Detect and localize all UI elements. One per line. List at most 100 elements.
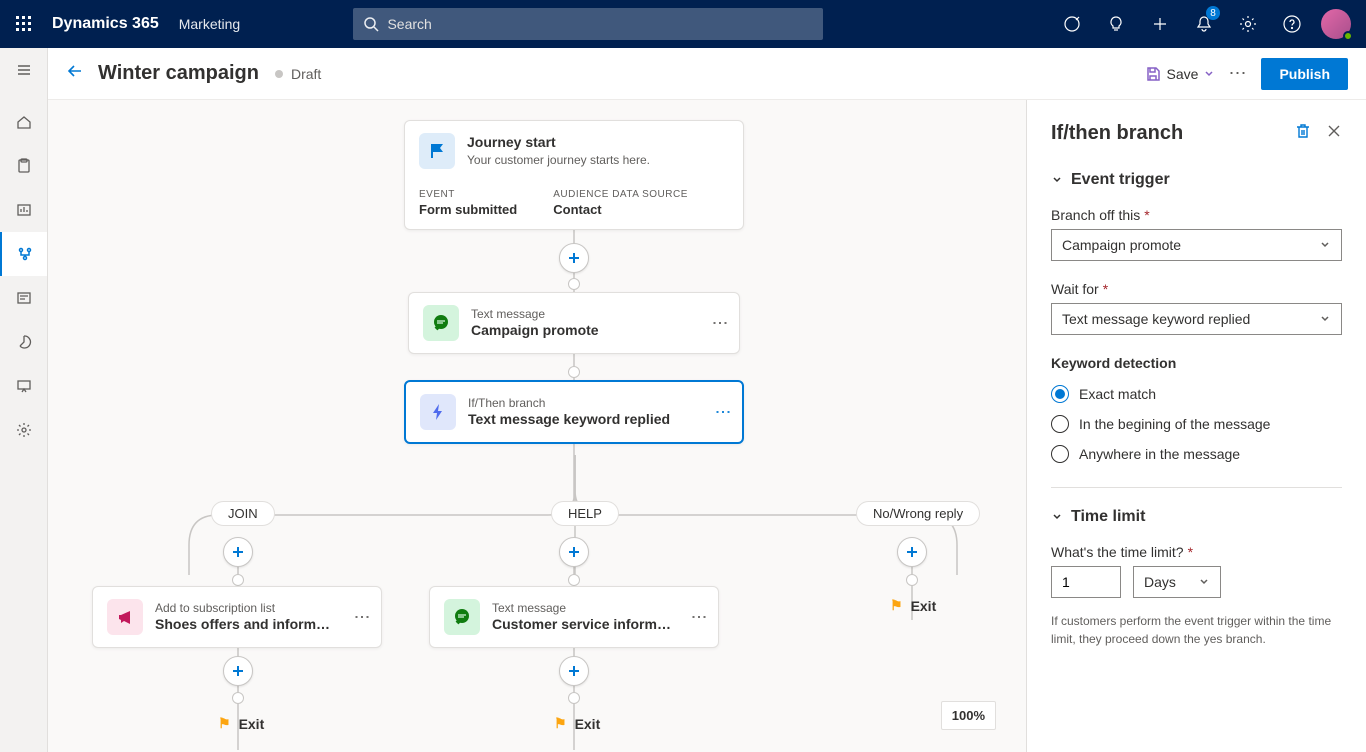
keyword-detection-label: Keyword detection [1051, 355, 1342, 371]
close-icon[interactable] [1326, 123, 1342, 144]
node-subscription[interactable]: Add to subscription list Shoes offers an… [92, 586, 382, 648]
left-nav-rail [0, 48, 48, 752]
more-button[interactable]: ⋯ [1228, 63, 1247, 84]
exit-label: ⚑Exit [554, 715, 600, 732]
divider [1051, 487, 1342, 488]
nav-clipboard[interactable] [0, 144, 48, 188]
add-step-button[interactable] [559, 243, 589, 273]
search-icon [363, 16, 379, 32]
settings-icon[interactable] [1226, 0, 1270, 48]
add-step-button[interactable] [223, 656, 253, 686]
node-title: Shoes offers and information [155, 615, 337, 633]
add-icon[interactable] [1138, 0, 1182, 48]
branch-label[interactable]: HELP [551, 501, 619, 526]
nav-home[interactable] [0, 100, 48, 144]
section-time-limit[interactable]: Time limit [1051, 508, 1342, 526]
time-unit-select[interactable]: Days [1133, 566, 1221, 598]
sms-icon [423, 305, 459, 341]
lightbulb-icon[interactable] [1094, 0, 1138, 48]
node-kind: Text message [471, 307, 695, 321]
node-text-message[interactable]: Text message Customer service informat..… [429, 586, 719, 648]
node-kind: Text message [492, 601, 674, 615]
journey-canvas[interactable]: Journey start Your customer journey star… [48, 100, 1026, 752]
exit-label: ⚑ Exit [890, 597, 936, 614]
connector-dot [906, 574, 918, 586]
page-title: Winter campaign [98, 62, 259, 85]
field-label: Branch off this* [1051, 207, 1342, 223]
field-label: Wait for* [1051, 281, 1342, 297]
notification-badge: 8 [1206, 6, 1220, 20]
nav-chart[interactable] [0, 188, 48, 232]
branch-label[interactable]: JOIN [211, 501, 275, 526]
flag-icon: ⚑ [890, 597, 903, 614]
nav-form[interactable] [0, 276, 48, 320]
node-title: Campaign promote [471, 321, 695, 339]
node-kind: If/Then branch [468, 396, 698, 410]
app-label[interactable]: Marketing [179, 16, 240, 32]
radio-beginning[interactable]: In the begining of the message [1051, 415, 1342, 433]
save-icon [1145, 66, 1161, 82]
publish-button[interactable]: Publish [1261, 58, 1348, 90]
target-icon[interactable] [1050, 0, 1094, 48]
connector-dot [568, 692, 580, 704]
status-label: Draft [291, 66, 321, 82]
panel-title: If/then branch [1051, 122, 1280, 145]
node-more-button[interactable]: ⋮ [352, 609, 371, 625]
chevron-down-icon [1319, 239, 1331, 251]
node-kind: Add to subscription list [155, 601, 337, 615]
time-limit-input[interactable] [1051, 566, 1121, 598]
back-button[interactable] [66, 62, 84, 85]
add-step-button[interactable] [223, 537, 253, 567]
node-title: Journey start [467, 133, 729, 151]
radio-exact-match[interactable]: Exact match [1051, 385, 1342, 403]
profile-avatar[interactable] [1314, 0, 1358, 48]
node-text-message[interactable]: Text message Campaign promote ⋮ [408, 292, 740, 354]
zoom-level[interactable]: 100% [941, 701, 996, 730]
nav-journey[interactable] [0, 232, 47, 276]
node-more-button[interactable]: ⋮ [689, 609, 708, 625]
connector-dot [232, 574, 244, 586]
properties-panel: If/then branch Event trigger Branch off … [1026, 100, 1366, 752]
search-placeholder: Search [387, 16, 431, 32]
brand-label: Dynamics 365 [52, 15, 159, 33]
wait-for-select[interactable]: Text message keyword replied [1051, 303, 1342, 335]
app-launcher[interactable] [0, 0, 48, 48]
delete-icon[interactable] [1294, 122, 1312, 145]
node-title: Text message keyword replied [468, 410, 698, 428]
add-step-button[interactable] [559, 656, 589, 686]
branch-label[interactable]: No/Wrong reply [856, 501, 980, 526]
node-more-button[interactable]: ⋮ [713, 404, 732, 420]
global-header: Dynamics 365 Marketing Search 8 [0, 0, 1366, 48]
meta-value: Contact [553, 202, 688, 217]
chevron-down-icon [1319, 313, 1331, 325]
save-label: Save [1167, 66, 1199, 82]
nav-analytics[interactable] [0, 320, 48, 364]
chevron-down-icon [1051, 511, 1063, 523]
field-label: What's the time limit?* [1051, 544, 1342, 560]
add-step-button[interactable] [897, 537, 927, 567]
help-icon[interactable] [1270, 0, 1314, 48]
flag-icon: ⚑ [554, 715, 567, 732]
node-more-button[interactable]: ⋮ [710, 315, 729, 331]
meta-label: EVENT [419, 189, 517, 200]
radio-anywhere[interactable]: Anywhere in the message [1051, 445, 1342, 463]
node-journey-start[interactable]: Journey start Your customer journey star… [404, 120, 744, 230]
save-button[interactable]: Save [1145, 66, 1215, 82]
meta-label: AUDIENCE DATA SOURCE [553, 189, 688, 200]
section-event-trigger[interactable]: Event trigger [1051, 171, 1342, 189]
search-input[interactable]: Search [353, 8, 823, 40]
add-step-button[interactable] [559, 537, 589, 567]
nav-settings[interactable] [0, 408, 48, 452]
nav-present[interactable] [0, 364, 48, 408]
node-if-then-branch[interactable]: If/Then branch Text message keyword repl… [404, 380, 744, 444]
flag-icon [419, 133, 455, 169]
branch-off-select[interactable]: Campaign promote [1051, 229, 1342, 261]
flag-icon: ⚑ [218, 715, 231, 732]
lightning-icon [420, 394, 456, 430]
notifications-icon[interactable]: 8 [1182, 0, 1226, 48]
meta-value: Form submitted [419, 202, 517, 217]
nav-hamburger[interactable] [0, 48, 48, 92]
connector-dot [568, 366, 580, 378]
chevron-down-icon [1204, 69, 1214, 79]
command-bar: Winter campaign Draft Save ⋯ Publish [48, 48, 1366, 100]
